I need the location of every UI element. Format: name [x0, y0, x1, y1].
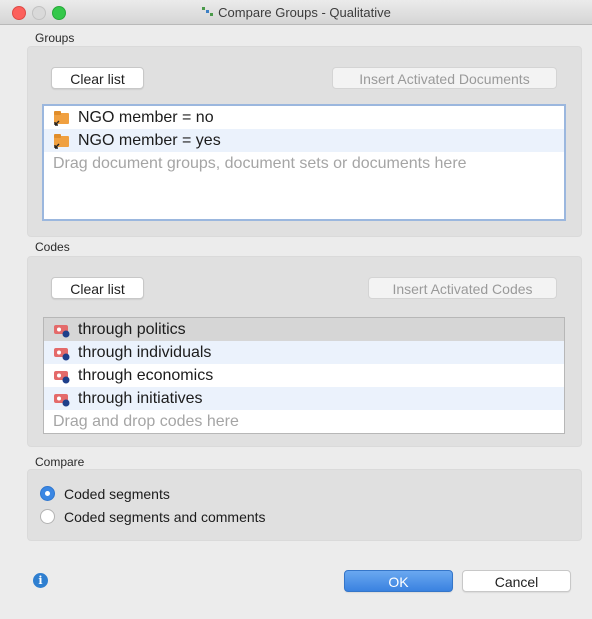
code-icon [54, 371, 70, 384]
groups-drop-placeholder: Drag document groups, document sets or d… [53, 155, 467, 172]
radio-label: Coded segments [64, 486, 170, 502]
document-group-icon [54, 134, 69, 149]
document-group-icon [54, 111, 69, 126]
radio-label: Coded segments and comments [64, 509, 266, 525]
ok-button[interactable]: OK [344, 570, 453, 592]
code-item-label: through initiatives [78, 390, 203, 407]
code-icon [54, 348, 70, 361]
window-title: Compare Groups - Qualitative [218, 5, 391, 20]
codes-list[interactable]: through politics through individuals thr… [43, 317, 565, 434]
codes-section-label: Codes [35, 240, 70, 254]
insert-activated-codes-button[interactable]: Insert Activated Codes [368, 277, 557, 299]
compare-groups-icon [202, 7, 214, 16]
compare-panel [27, 469, 582, 541]
compare-groups-dialog: Compare Groups - Qualitative Groups Clea… [0, 0, 592, 619]
code-list-item[interactable]: through individuals [44, 341, 564, 364]
compare-section-label: Compare [35, 455, 85, 469]
title-bar: Compare Groups - Qualitative [0, 0, 592, 25]
groups-panel: Clear list Insert Activated Documents NG… [27, 46, 582, 237]
window-title-area: Compare Groups - Qualitative [0, 5, 592, 20]
code-item-label: through politics [78, 321, 186, 338]
info-icon[interactable]: i [33, 573, 48, 588]
code-item-label: through economics [78, 367, 214, 384]
group-list-item[interactable]: NGO member = no [44, 106, 564, 129]
radio-coded-segments[interactable]: Coded segments [40, 484, 170, 504]
insert-activated-documents-button[interactable]: Insert Activated Documents [332, 67, 557, 89]
radio-coded-segments-and-comments[interactable]: Coded segments and comments [40, 507, 266, 527]
group-list-item[interactable]: NGO member = yes [44, 129, 564, 152]
groups-list[interactable]: NGO member = no NGO member = yes Drag do… [42, 104, 566, 221]
group-item-label: NGO member = no [78, 109, 214, 126]
code-item-label: through individuals [78, 344, 212, 361]
code-list-item[interactable]: through economics [44, 364, 564, 387]
cancel-button[interactable]: Cancel [462, 570, 571, 592]
code-list-item[interactable]: through initiatives [44, 387, 564, 410]
groups-clear-list-button[interactable]: Clear list [51, 67, 144, 89]
radio-button-unselected[interactable] [40, 509, 55, 524]
groups-section-label: Groups [35, 31, 75, 45]
codes-panel: Clear list Insert Activated Codes throug… [27, 256, 582, 447]
codes-clear-list-button[interactable]: Clear list [51, 277, 144, 299]
code-icon [54, 325, 70, 338]
group-item-label: NGO member = yes [78, 132, 221, 149]
codes-drop-placeholder: Drag and drop codes here [53, 413, 239, 430]
radio-button-selected[interactable] [40, 486, 55, 501]
code-icon [54, 394, 70, 407]
code-list-item[interactable]: through politics [44, 318, 564, 341]
